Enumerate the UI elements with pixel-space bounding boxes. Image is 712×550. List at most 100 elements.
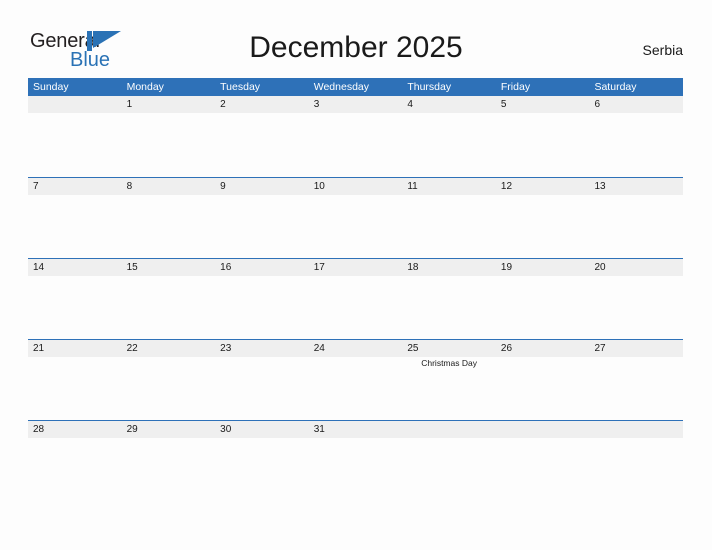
day-cell[interactable]: 11 — [402, 178, 496, 195]
weekday-wednesday: Wednesday — [313, 81, 369, 93]
day-number: 28 — [33, 424, 45, 435]
day-events-cell — [496, 357, 590, 421]
day-events-cell — [402, 195, 496, 259]
day-cell[interactable]: 14 — [28, 259, 122, 276]
day-events-cell — [309, 195, 403, 259]
day-cell[interactable]: 17 — [309, 259, 403, 276]
day-events: Christmas Day — [402, 357, 496, 369]
day-cell[interactable]: 21 — [28, 340, 122, 357]
day-number: 3 — [313, 99, 320, 110]
weekday-tuesday: Tuesday — [220, 81, 261, 93]
day-number: 17 — [313, 262, 325, 273]
day-cell-empty — [28, 96, 122, 113]
day-events-cell — [215, 357, 309, 421]
day-cell[interactable]: 6 — [589, 96, 683, 113]
weekday-header-row: Sunday Monday Tuesday Wednesday Thursday… — [28, 78, 683, 96]
day-cell[interactable]: 31 — [309, 421, 403, 438]
day-events-cell — [309, 438, 403, 502]
day-number: 16 — [220, 262, 232, 273]
day-cell[interactable]: 2 — [215, 96, 309, 113]
day-events-cell — [122, 276, 216, 340]
day-cell[interactable]: 9 — [215, 178, 309, 195]
day-cell[interactable]: 3 — [309, 96, 403, 113]
day-number: 19 — [500, 262, 513, 273]
week-row: 1 2 3 4 5 6 — [28, 96, 683, 177]
day-events-cell — [28, 195, 122, 259]
day-cell[interactable]: 27 — [589, 340, 683, 357]
weekday-saturday: Saturday — [594, 81, 637, 93]
day-cell[interactable]: 16 — [215, 259, 309, 276]
week-body: Christmas Day — [28, 357, 683, 421]
day-cell[interactable]: 7 — [28, 178, 122, 195]
day-cell[interactable]: 5 — [496, 96, 590, 113]
day-cell[interactable]: 25 — [402, 340, 496, 357]
day-cell[interactable]: 26 — [496, 340, 590, 357]
day-cell[interactable]: 30 — [215, 421, 309, 438]
day-number: 12 — [500, 181, 513, 192]
day-number: 14 — [33, 262, 45, 273]
day-events-cell — [215, 195, 309, 259]
day-cell[interactable]: 19 — [496, 259, 590, 276]
day-events-cell — [496, 113, 590, 177]
day-events-cell — [215, 438, 309, 502]
week-row: 7 8 9 10 11 12 13 — [28, 177, 683, 258]
day-number: 2 — [220, 99, 226, 110]
day-events-cell — [215, 113, 309, 177]
day-events-cell — [496, 438, 590, 502]
weeks-container: 1 2 3 4 5 6 7 8 9 10 11 12 13 14 15 16 17 18 19 20 21 22 23 24 2… — [28, 96, 683, 501]
day-number: 30 — [220, 424, 232, 435]
calendar-grid: Sunday Monday Tuesday Wednesday Thursday… — [28, 78, 683, 501]
day-cell[interactable]: 12 — [496, 178, 590, 195]
week-date-band: 7 8 9 10 11 12 13 — [28, 178, 683, 195]
day-number: 20 — [594, 262, 606, 273]
day-events-cell — [589, 113, 683, 177]
week-date-band: 21 22 23 24 25 26 27 — [28, 340, 683, 357]
day-cell[interactable]: 20 — [589, 259, 683, 276]
day-number: 29 — [126, 424, 138, 435]
day-events-cell: Christmas Day — [402, 357, 496, 421]
weekday-thursday: Thursday — [407, 81, 452, 93]
day-number: 8 — [126, 181, 133, 192]
day-cell[interactable]: 1 — [122, 96, 216, 113]
region-label: Serbia — [642, 42, 683, 58]
page-header: General Blue December 2025 Serbia — [0, 0, 712, 76]
day-cell[interactable]: 29 — [122, 421, 216, 438]
day-number: 22 — [126, 343, 138, 354]
day-cell[interactable]: 28 — [28, 421, 122, 438]
day-events-cell — [122, 195, 216, 259]
day-events-cell — [28, 113, 122, 177]
day-events-cell — [589, 357, 683, 421]
day-number: 5 — [500, 99, 507, 110]
day-number: 1 — [126, 99, 133, 110]
day-cell[interactable]: 10 — [309, 178, 403, 195]
day-events-cell — [496, 195, 590, 259]
page-title: December 2025 — [249, 31, 463, 64]
week-date-band: 1 2 3 4 5 6 — [28, 96, 683, 113]
week-row: 21 22 23 24 25 26 27 Christmas Day — [28, 339, 683, 420]
day-cell[interactable]: 23 — [215, 340, 309, 357]
day-cell[interactable]: 24 — [309, 340, 403, 357]
day-events-cell — [215, 276, 309, 340]
day-cell[interactable]: 13 — [589, 178, 683, 195]
day-events-cell — [496, 276, 590, 340]
week-body — [28, 113, 683, 177]
day-cell[interactable]: 18 — [402, 259, 496, 276]
day-number: 23 — [220, 343, 232, 354]
event-label: Christmas Day — [421, 358, 477, 368]
day-cell[interactable]: 15 — [122, 259, 216, 276]
day-cell[interactable]: 22 — [122, 340, 216, 357]
day-cell[interactable]: 8 — [122, 178, 216, 195]
weekday-sunday: Sunday — [33, 81, 69, 93]
day-number: 26 — [500, 343, 513, 354]
day-number: 31 — [313, 424, 325, 435]
day-number: 15 — [126, 262, 138, 273]
day-events-cell — [402, 276, 496, 340]
day-cell[interactable]: 4 — [402, 96, 496, 113]
weekday-friday: Friday — [500, 81, 531, 93]
week-row: 28 29 30 31 — [28, 420, 683, 501]
week-date-band: 14 15 16 17 18 19 20 — [28, 259, 683, 276]
day-number: 9 — [220, 181, 226, 192]
week-body — [28, 438, 683, 502]
day-events-cell — [589, 438, 683, 502]
day-number: 25 — [407, 343, 419, 354]
